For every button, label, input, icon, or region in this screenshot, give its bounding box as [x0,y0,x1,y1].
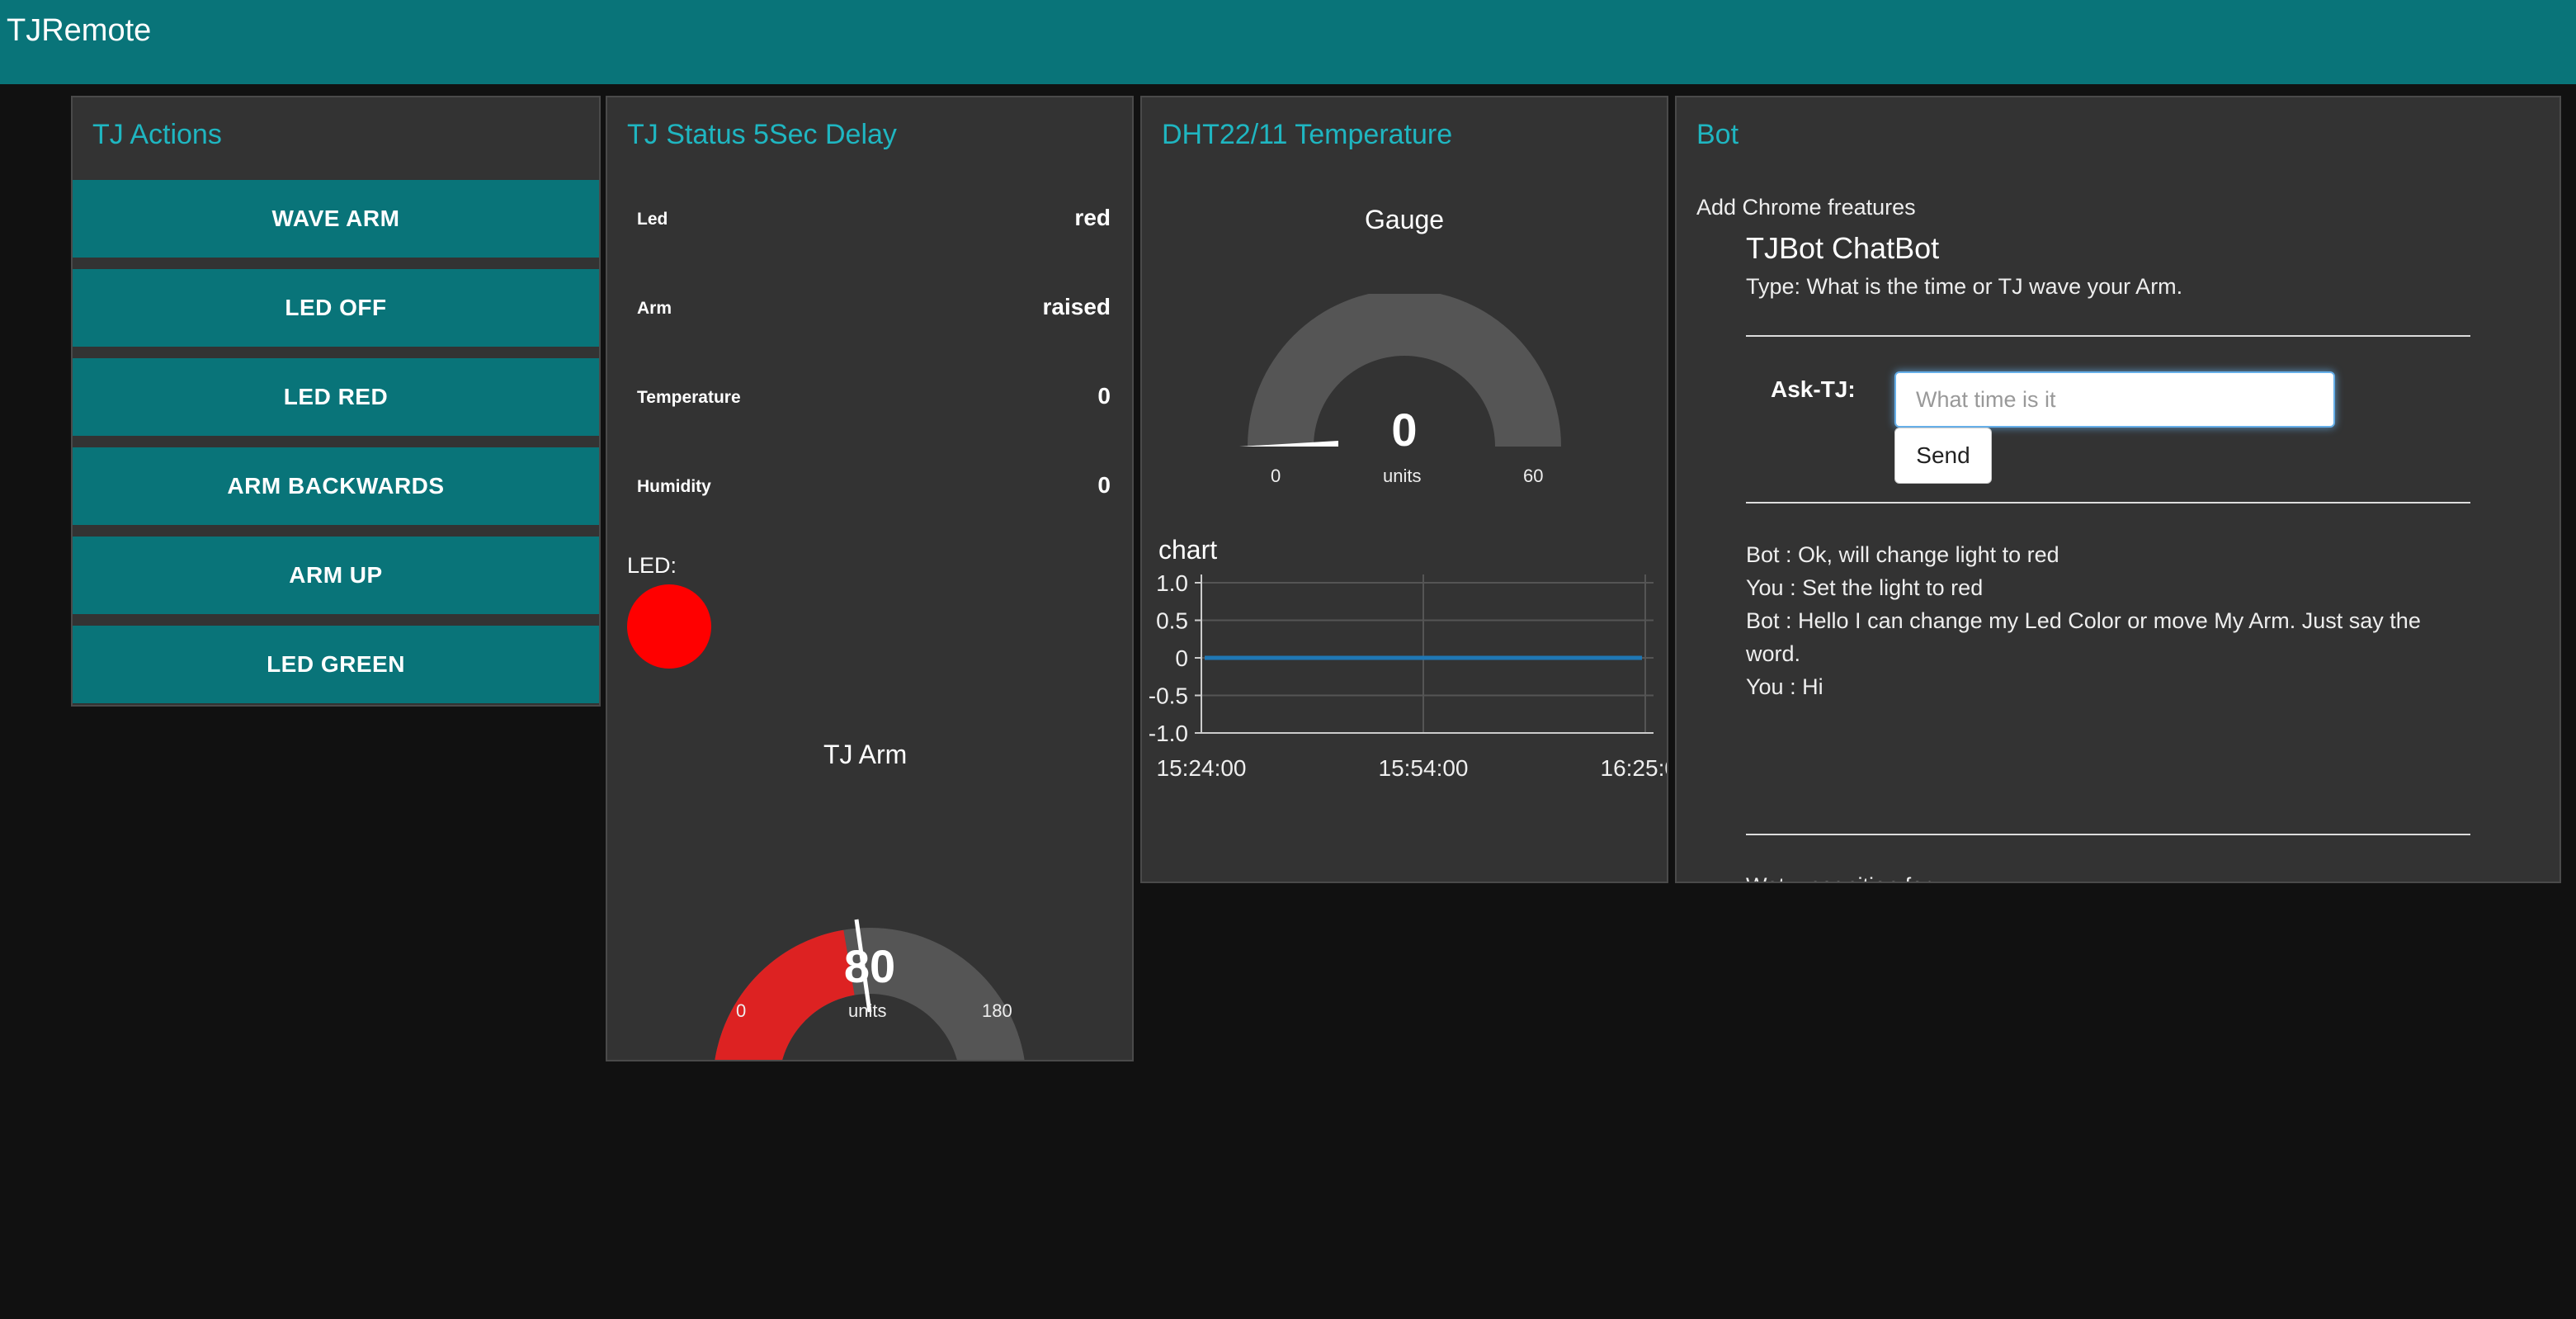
temperature-chart: 1.0 0.5 0 -0.5 -1.0 15:24:00 15:54:00 16:25:00 [1149,570,1668,781]
divider [1746,834,2470,835]
tj-status-title: TJ Status 5Sec Delay [627,119,897,150]
status-row-temperature: Temperature 0 [637,383,1111,416]
status-label: Temperature [637,388,741,407]
status-value: raised [1042,294,1111,319]
arm-gauge-max: 180 [982,1000,1012,1021]
tj-actions-panel: TJ Actions WAVE ARM LED OFF LED RED ARM … [71,96,601,707]
chart-y-tick-label: 0.5 [1156,608,1188,634]
status-label: Humidity [637,477,711,496]
status-row-led: Led red [637,205,1111,238]
chart-x-tick-label: 15:24:00 [1157,755,1247,781]
top-bar: TJRemote [0,0,2576,84]
led-red-button[interactable]: LED RED [73,358,599,436]
arm-up-button[interactable]: ARM UP [73,537,599,614]
chat-message: Bot : Hello I can change my Led Color or… [1746,608,2421,666]
arm-backwards-button[interactable]: ARM BACKWARDS [73,447,599,525]
temp-gauge-units: units [1383,466,1422,486]
footer-partial-text: Wat... cognition for ... [1746,873,1956,882]
chart-y-tick-label: -0.5 [1149,683,1188,709]
status-value: 0 [1097,383,1111,409]
bot-panel: Bot Add Chrome freatures TJBot ChatBot T… [1675,96,2561,883]
tj-actions-title: TJ Actions [92,119,222,150]
ask-tj-input[interactable] [1894,371,2335,428]
temperature-title: DHT22/11 Temperature [1162,119,1453,150]
led-off-button[interactable]: LED OFF [73,269,599,347]
arm-gauge-units: units [848,1000,887,1021]
temp-gauge-min: 0 [1271,466,1281,486]
divider [1746,335,2470,337]
wave-arm-button[interactable]: WAVE ARM [73,180,599,258]
chart-x-tick-label: 15:54:00 [1379,755,1469,781]
send-button[interactable]: Send [1894,428,1992,484]
chart-x-tick-label: 16:25:00 [1601,755,1668,781]
led-indicator [627,584,711,669]
temperature-panel: DHT22/11 Temperature Gauge 0 0 units 60 … [1140,96,1668,883]
ask-tj-label: Ask-TJ: [1771,376,1856,402]
status-value: red [1074,205,1111,230]
divider [1746,502,2470,503]
status-value: 0 [1097,472,1111,498]
chart-y-tick-label: 1.0 [1156,570,1188,596]
temp-gauge-max: 60 [1523,466,1544,486]
chat-message: You : Hi [1746,674,1823,699]
chatbot-title: TJBot ChatBot [1746,231,1940,265]
tj-status-panel: TJ Status 5Sec Delay Led red Arm raised … [606,96,1134,1061]
status-label: Arm [637,299,672,318]
led-label: LED: [627,553,677,578]
status-row-humidity: Humidity 0 [637,472,1111,505]
status-label: Led [637,210,668,229]
app-title: TJRemote [7,13,152,48]
temp-gauge-title: Gauge [1365,205,1445,234]
chat-message: You : Set the light to red [1746,575,1984,600]
arm-gauge-title: TJ Arm [823,740,908,769]
arm-gauge-min: 0 [736,1000,747,1021]
chatbot-subtitle: Type: What is the time or TJ wave your A… [1746,274,2183,299]
bot-title: Bot [1696,119,1739,150]
chart-y-tick-label: 0 [1175,645,1188,671]
arm-gauge-value: 80 [843,940,896,992]
status-row-arm: Arm raised [637,294,1111,327]
temp-gauge-value: 0 [1391,404,1418,456]
led-green-button[interactable]: LED GREEN [73,626,599,703]
chrome-note: Add Chrome freatures [1696,195,1916,220]
chart-title: chart [1158,535,1218,565]
chart-y-tick-label: -1.0 [1149,721,1188,746]
chat-message: Bot : Ok, will change light to red [1746,542,2059,567]
